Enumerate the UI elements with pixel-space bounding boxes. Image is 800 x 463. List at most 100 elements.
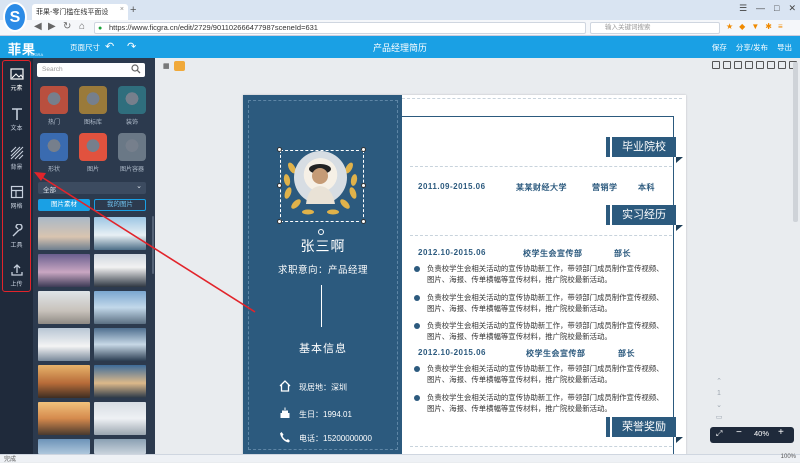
zoom-out-button[interactable]: − bbox=[736, 427, 742, 438]
category-photo-icon[interactable] bbox=[79, 133, 107, 161]
minimize-icon[interactable]: — bbox=[756, 3, 765, 14]
education-row[interactable]: 2011.09-2015.06 某某财经大学 营销学 本科 bbox=[418, 182, 668, 192]
lock-icon: ● bbox=[98, 25, 103, 32]
more-icon[interactable]: ≡ bbox=[778, 22, 783, 31]
canvas-layout-icon[interactable]: ▦ bbox=[163, 62, 170, 70]
bookmark-icon[interactable]: ◆ bbox=[739, 22, 745, 31]
document-title[interactable]: 产品经理简历 bbox=[340, 41, 460, 54]
close-window-icon[interactable]: ✕ bbox=[788, 3, 796, 14]
image-thumbnail[interactable] bbox=[38, 217, 90, 250]
category-icons-icon[interactable] bbox=[79, 86, 107, 114]
category-dropdown[interactable]: 全部 ⌄ bbox=[38, 182, 146, 194]
section-dashed-line bbox=[410, 235, 672, 236]
selection-box[interactable] bbox=[280, 150, 364, 222]
tab-my-images[interactable]: 我的图片 bbox=[94, 199, 146, 211]
image-thumbnail[interactable] bbox=[94, 254, 146, 287]
settings-icon[interactable]: ✱ bbox=[765, 22, 772, 31]
image-thumbnail[interactable] bbox=[38, 439, 90, 454]
tab-image-materials[interactable]: 图片素材 bbox=[38, 199, 90, 211]
job-row[interactable]: 2012.10-2015.06 校学生会宣传部 部长 bbox=[418, 248, 668, 258]
basic-info-heading[interactable]: 基本信息 bbox=[248, 340, 398, 356]
undo-icon[interactable]: ↶ bbox=[105, 40, 114, 53]
zoom-in-button[interactable]: + bbox=[778, 427, 784, 438]
layers-icon[interactable] bbox=[712, 61, 720, 69]
back-icon[interactable]: ◀ bbox=[34, 21, 42, 32]
copy-icon[interactable] bbox=[734, 61, 742, 69]
job-bullet[interactable]: 负责校学生会相关活动的宣传协助新工作，带领部门成员制作宣传视频、图片、海报、传单… bbox=[427, 320, 667, 342]
refresh-icon[interactable]: ↻ bbox=[63, 21, 71, 32]
resize-handle[interactable] bbox=[277, 183, 282, 188]
home-icon[interactable]: ⌂ bbox=[79, 21, 85, 32]
image-thumbnail[interactable] bbox=[38, 365, 90, 398]
page-size-button[interactable]: 页面尺寸 bbox=[70, 42, 100, 53]
panel-scrollbar[interactable] bbox=[152, 216, 154, 274]
resize-handle[interactable] bbox=[277, 147, 282, 152]
job-bullet[interactable]: 负责校学生会相关活动的宣传协助新工作，带领部门成员制作宣传视频、图片、海报、传单… bbox=[427, 292, 667, 314]
lock-icon[interactable] bbox=[723, 61, 731, 69]
export-button[interactable]: 导出 bbox=[777, 42, 792, 53]
image-thumbnail[interactable] bbox=[38, 328, 90, 361]
image-thumbnail[interactable] bbox=[94, 365, 146, 398]
section-title-education[interactable]: 毕业院校 bbox=[612, 137, 676, 157]
redo-icon[interactable]: ↷ bbox=[127, 40, 136, 53]
flip-icon[interactable] bbox=[756, 61, 764, 69]
category-shape-icon[interactable] bbox=[40, 133, 68, 161]
canvas-scrollbar[interactable] bbox=[793, 62, 798, 222]
category-container-icon[interactable] bbox=[118, 133, 146, 161]
share-button[interactable]: 分享/发布 bbox=[736, 42, 768, 53]
page-delete-icon[interactable]: ▭ bbox=[714, 412, 724, 424]
browser-logo-icon[interactable]: S bbox=[3, 2, 27, 32]
url-input[interactable]: ● https://www.ficgra.cn/edit/2729/901102… bbox=[94, 22, 586, 34]
save-button[interactable]: 保存 bbox=[712, 42, 727, 53]
background-color-swatch[interactable] bbox=[174, 61, 185, 71]
browser-search-input[interactable]: 输入关键词搜索 bbox=[590, 22, 720, 34]
job-bullet[interactable]: 负责校学生会相关活动的宣传协助新工作，带领部门成员制作宣传视频、图片、海报、传单… bbox=[427, 263, 667, 285]
job-row[interactable]: 2012.10-2015.06 校学生会宣传部 部长 bbox=[418, 348, 668, 358]
forward-icon[interactable]: ▶ bbox=[48, 21, 56, 32]
resume-name[interactable]: 张三啊 bbox=[248, 236, 398, 256]
page-down-icon[interactable]: ⌄ bbox=[714, 400, 724, 412]
section-title-experience[interactable]: 实习经历 bbox=[612, 205, 676, 225]
sidebar-divider bbox=[321, 285, 322, 327]
search-icon[interactable] bbox=[131, 64, 141, 74]
extension-icon[interactable]: ★ bbox=[726, 22, 733, 31]
browser-tab[interactable]: 菲果-零门槛在线平面设 × bbox=[32, 4, 128, 20]
link-icon[interactable] bbox=[767, 61, 775, 69]
rotate-handle-icon[interactable] bbox=[318, 229, 324, 235]
resize-handle[interactable] bbox=[361, 147, 366, 152]
job-bullet[interactable]: 负责校学生会相关活动的宣传协助新工作，带领部门成员制作宣传视频、图片、海报、传单… bbox=[427, 363, 667, 385]
duplicate-icon[interactable] bbox=[745, 61, 753, 69]
job-bullet[interactable]: 负责校学生会相关活动的宣传协助新工作，带领部门成员制作宣传视频、图片、海报、传单… bbox=[427, 392, 667, 414]
category-decor-icon[interactable] bbox=[118, 86, 146, 114]
category-hot-icon[interactable] bbox=[40, 86, 68, 114]
browser-toolbar: ★ ◆ ▼ ✱ ≡ bbox=[726, 22, 783, 31]
image-thumbnail[interactable] bbox=[94, 217, 146, 250]
image-thumbnail[interactable] bbox=[38, 254, 90, 287]
resume-intent[interactable]: 求职意向：产品经理 bbox=[248, 262, 398, 276]
image-thumbnail[interactable] bbox=[94, 439, 146, 454]
section-tab-accent bbox=[606, 137, 610, 157]
resize-handle[interactable] bbox=[277, 219, 282, 224]
zoom-level: 40% bbox=[754, 429, 770, 438]
resize-handle[interactable] bbox=[361, 219, 366, 224]
new-tab-button[interactable]: + bbox=[130, 4, 136, 16]
image-thumbnail[interactable] bbox=[38, 402, 90, 435]
image-thumbnail[interactable] bbox=[94, 291, 146, 324]
tab-close-icon[interactable]: × bbox=[120, 6, 124, 13]
image-thumbnail[interactable] bbox=[94, 402, 146, 435]
section-title-awards[interactable]: 荣誉奖励 bbox=[612, 417, 676, 437]
section-tab-accent bbox=[606, 417, 610, 437]
page-up-icon[interactable]: ⌃ bbox=[714, 376, 724, 388]
crop-icon[interactable] bbox=[778, 61, 786, 69]
fit-screen-icon[interactable]: ⤢ bbox=[716, 429, 722, 439]
resize-handle[interactable] bbox=[361, 183, 366, 188]
category-label: 图标库 bbox=[83, 120, 102, 126]
download-icon[interactable]: ▼ bbox=[751, 22, 759, 31]
section-ribbon-tail bbox=[676, 157, 683, 163]
image-thumbnail[interactable] bbox=[94, 328, 146, 361]
panel-search-input[interactable]: Search bbox=[37, 63, 145, 77]
maximize-icon[interactable]: □ bbox=[774, 3, 779, 14]
menu-icon[interactable]: ☰ bbox=[739, 3, 747, 14]
image-thumbnail[interactable] bbox=[38, 291, 90, 324]
bullet-dot bbox=[414, 295, 420, 301]
